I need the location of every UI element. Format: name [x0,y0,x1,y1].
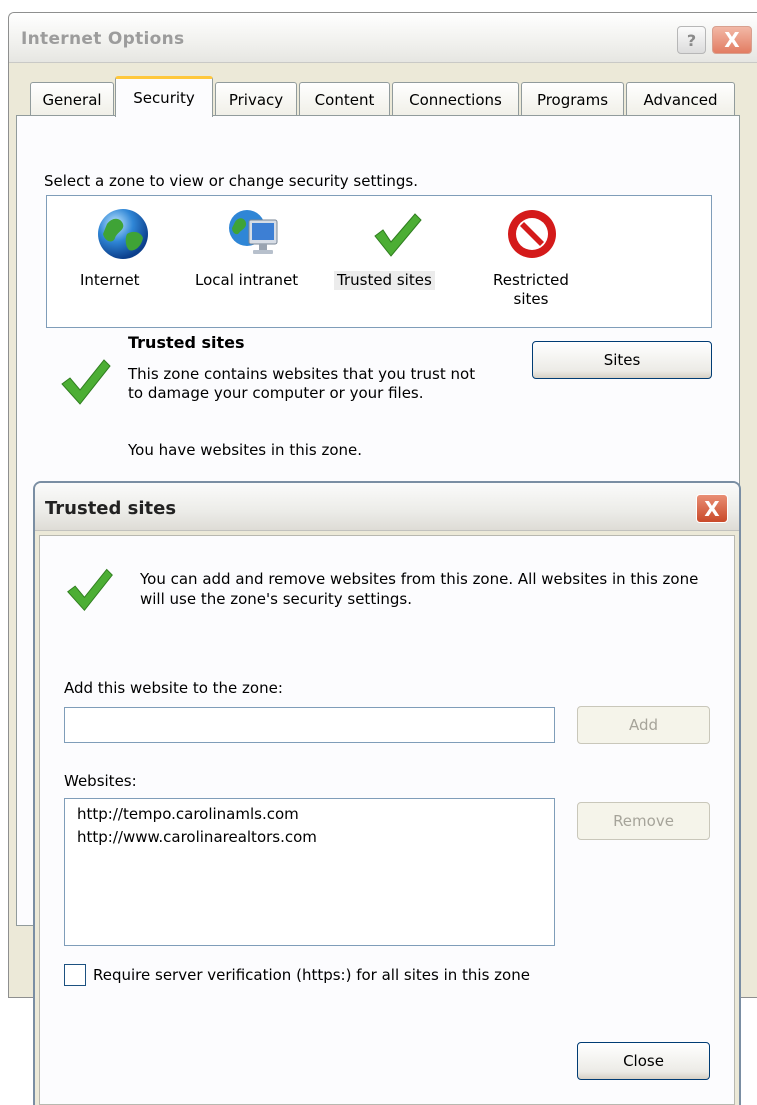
help-button[interactable]: ? [677,26,706,54]
trusted-sites-large-checkmark-icon [61,359,111,405]
window-title: Internet Options [21,29,185,49]
intranet-icon [229,210,278,254]
close-icon: X [724,28,740,52]
zone-label-local-intranet: Local intranet [195,271,299,289]
sites-button[interactable]: Sites [532,341,712,379]
help-icon: ? [686,30,697,50]
zone-label-internet: Internet [80,271,140,289]
window-close-button[interactable]: X [712,26,752,54]
dialog-info-text: You can add and remove websites from thi… [140,570,699,608]
dialog-body: You can add and remove websites from thi… [39,535,735,1105]
checkmark-icon [67,568,113,612]
tab-programs[interactable]: Programs [521,82,624,116]
tab-advanced[interactable]: Advanced [626,82,735,116]
add-button[interactable]: Add [577,706,710,744]
tab-connections[interactable]: Connections [392,82,519,116]
globe-icon [98,209,148,259]
list-item[interactable]: http://tempo.carolinamls.com [77,803,542,826]
add-website-input[interactable] [64,707,555,743]
dialog-close-x-button[interactable]: X [696,494,728,523]
websites-label: Websites: [64,772,137,790]
zone-label-restricted-line2: sites [513,290,549,308]
dialog-title: Trusted sites [45,498,177,519]
checkmark-icon [374,213,422,257]
remove-button[interactable]: Remove [577,802,710,840]
tab-privacy[interactable]: Privacy [215,82,297,116]
websites-list[interactable]: http://tempo.carolinamls.com http://www.… [64,798,555,946]
no-entry-icon [508,210,556,258]
close-button[interactable]: Close [577,1042,710,1080]
tab-general[interactable]: General [30,82,114,116]
dialog-title-bar[interactable]: Trusted sites X [35,483,739,531]
require-https-label: Require server verification (https:) for… [93,966,530,984]
add-website-label: Add this website to the zone: [64,679,283,697]
trusted-sites-dialog: Trusted sites X You can add and remove w… [33,481,741,1105]
require-https-checkbox[interactable] [64,964,86,986]
zone-title: Trusted sites [128,333,245,352]
zone-description: This zone contains websites that you tru… [128,365,476,402]
title-bar[interactable]: Internet Options ? X [9,13,757,63]
zone-status: You have websites in this zone. [128,441,363,459]
zone-label-restricted-sites: Restricted sites [486,271,576,309]
zone-list: Internet Local intranet Trusted sites Re… [46,195,712,328]
zone-prompt: Select a zone to view or change security… [44,172,419,190]
tab-security[interactable]: Security [115,76,213,117]
list-item[interactable]: http://www.carolinarealtors.com [77,826,542,849]
tab-content[interactable]: Content [299,82,390,116]
zone-label-trusted-sites: Trusted sites [334,271,435,290]
close-icon: X [704,496,720,521]
zone-label-restricted-line1: Restricted [493,271,569,289]
